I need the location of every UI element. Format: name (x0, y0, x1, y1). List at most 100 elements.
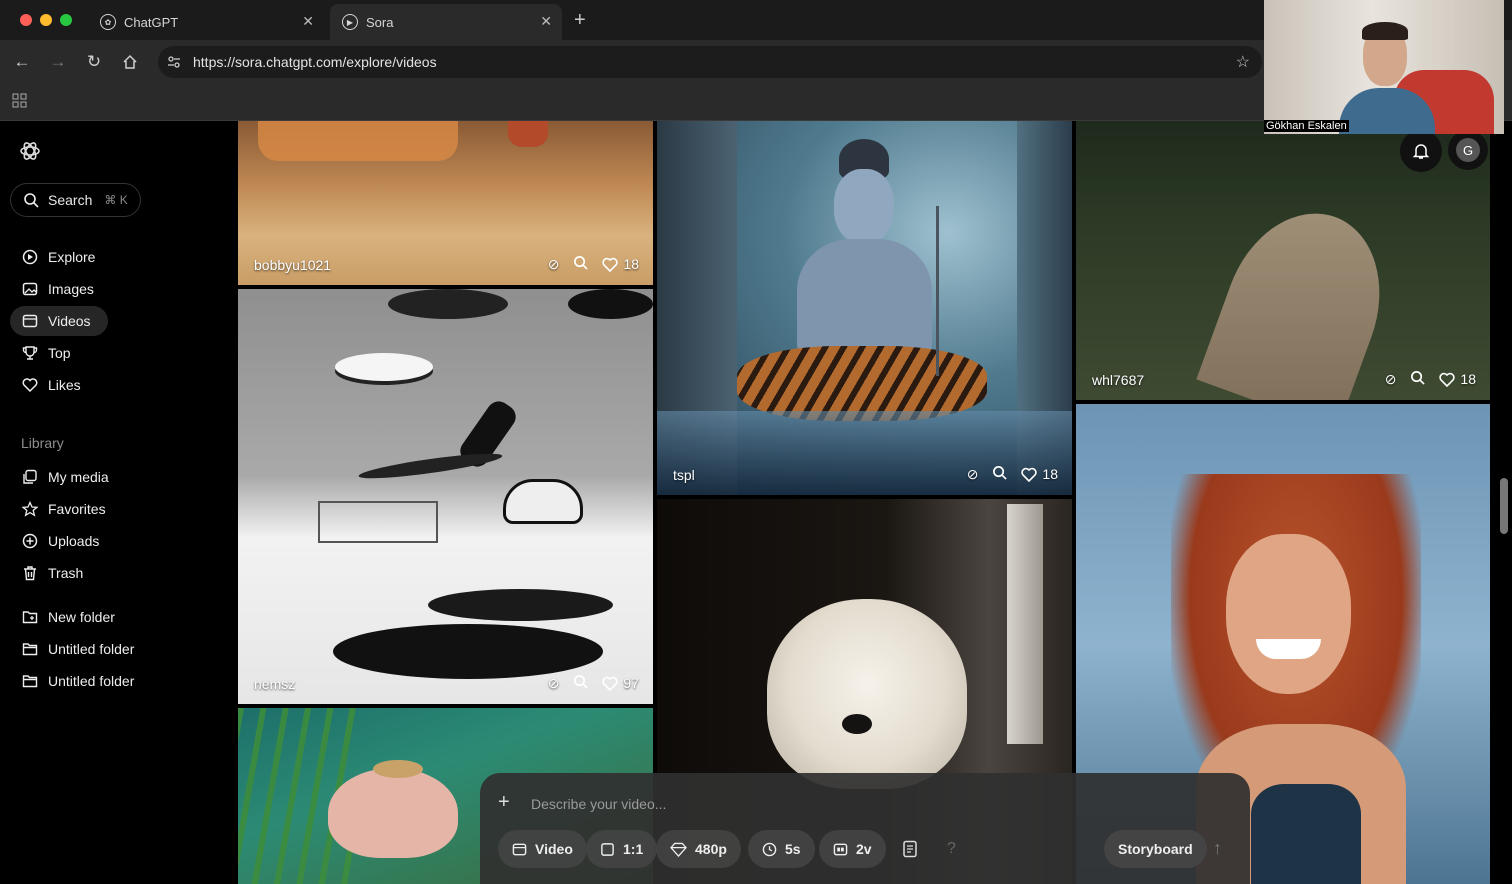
nav-untitled-folder[interactable]: Untitled folder (10, 666, 220, 696)
minimize-window-button[interactable] (40, 14, 52, 26)
resolution-chip[interactable]: 480p (656, 830, 741, 868)
video-author[interactable]: whl7687 (1092, 372, 1144, 388)
remix-icon[interactable]: ⊘ (967, 466, 979, 483)
trash-icon (22, 565, 38, 581)
close-tab-icon[interactable]: ✕ (302, 13, 314, 30)
video-thumbnail-shape (1251, 784, 1361, 884)
new-tab-button[interactable]: + (574, 9, 586, 32)
media-icon (22, 469, 38, 485)
video-icon (22, 313, 38, 329)
image-icon (22, 281, 38, 297)
nav-favorites[interactable]: Favorites (10, 494, 220, 524)
video-author[interactable]: bobbyu1021 (254, 257, 331, 273)
like-button[interactable]: 97 (602, 675, 639, 691)
video-author[interactable]: tspl (673, 467, 695, 483)
nav-videos[interactable]: Videos (10, 306, 108, 336)
nav-new-folder[interactable]: New folder (10, 602, 220, 632)
zoom-icon[interactable] (573, 255, 589, 273)
video-thumbnail-shape (737, 346, 987, 421)
site-settings-icon[interactable] (166, 54, 182, 70)
zoom-icon[interactable] (1410, 370, 1426, 388)
submit-arrow-button[interactable]: ↑ (1213, 838, 1222, 859)
star-icon (22, 501, 38, 517)
storyboard-label: Storyboard (1118, 841, 1193, 857)
nav-uploads[interactable]: Uploads (10, 526, 220, 556)
home-button[interactable] (118, 50, 142, 74)
webcam-overlay: Gökhan Eskalen (1264, 0, 1504, 134)
video-thumbnail-shape (842, 714, 872, 734)
tab-title: Sora (366, 14, 394, 30)
back-button[interactable]: ← (10, 50, 34, 74)
bookmark-star-icon[interactable]: ☆ (1236, 52, 1250, 72)
video-tile[interactable]: tspl ⊘ 18 (657, 121, 1072, 495)
duration-chip[interactable]: 5s (748, 830, 815, 868)
video-thumbnail-shape (328, 768, 458, 858)
close-tab-icon[interactable]: ✕ (540, 13, 552, 30)
address-bar[interactable]: https://sora.chatgpt.com/explore/videos … (158, 46, 1262, 78)
zoom-icon[interactable] (573, 674, 589, 692)
storyboard-button[interactable]: Storyboard (1104, 830, 1207, 868)
tab-sora[interactable]: ▶ Sora ✕ (330, 4, 562, 40)
heart-icon (602, 257, 619, 272)
video-actions: ⊘ 97 (548, 674, 639, 692)
video-author[interactable]: nemsz (254, 676, 295, 692)
add-media-button[interactable]: + (498, 791, 510, 814)
folder-icon (22, 641, 38, 657)
forward-button[interactable]: → (46, 50, 70, 74)
zoom-icon[interactable] (992, 465, 1008, 483)
heart-icon (1021, 467, 1038, 482)
remix-icon[interactable]: ⊘ (548, 256, 560, 273)
variations-chip[interactable]: 2v (819, 830, 886, 868)
apps-grid-icon[interactable] (12, 93, 28, 109)
url-text: https://sora.chatgpt.com/explore/videos (193, 54, 437, 70)
heart-icon (1439, 372, 1456, 387)
like-button[interactable]: 18 (1439, 371, 1476, 387)
nav-label: Uploads (48, 533, 100, 549)
video-tile[interactable]: bobbyu1021 ⊘ 18 (238, 121, 653, 285)
search-label: Search (48, 192, 93, 208)
aspect-ratio-chip[interactable]: 1:1 (586, 830, 658, 868)
video-tile[interactable]: nemsz ⊘ 97 (238, 289, 653, 704)
like-button[interactable]: 18 (602, 256, 639, 272)
page-scrollbar[interactable] (1500, 478, 1508, 534)
nav-top[interactable]: Top (10, 338, 220, 368)
type-video-chip[interactable]: Video (498, 830, 587, 868)
remix-icon[interactable]: ⊘ (548, 675, 560, 692)
bell-icon (1412, 144, 1430, 159)
remix-icon[interactable]: ⊘ (1385, 371, 1397, 388)
like-count: 97 (623, 675, 639, 691)
upload-icon (22, 533, 38, 549)
prompt-input[interactable]: Describe your video... (531, 796, 666, 812)
video-thumbnail-shape (834, 169, 894, 244)
presets-button[interactable] (902, 840, 918, 863)
nav-explore[interactable]: Explore (10, 242, 220, 272)
like-count: 18 (1460, 371, 1476, 387)
nav-likes[interactable]: Likes (10, 370, 220, 400)
notifications-button[interactable] (1400, 130, 1442, 172)
nav-label: New folder (48, 609, 115, 625)
chip-label: 480p (695, 841, 727, 857)
nav-untitled-folder[interactable]: Untitled folder (10, 634, 220, 664)
openai-logo-icon[interactable] (18, 139, 42, 163)
close-window-button[interactable] (20, 14, 32, 26)
nav-images[interactable]: Images (10, 274, 220, 304)
maximize-window-button[interactable] (60, 14, 72, 26)
help-button[interactable]: ? (947, 840, 956, 858)
nav-trash[interactable]: Trash (10, 558, 220, 588)
nav-label: Videos (48, 313, 91, 329)
like-button[interactable]: 18 (1021, 466, 1058, 482)
video-thumbnail-shape (936, 206, 939, 376)
search-button[interactable]: Search ⌘ K (10, 183, 141, 217)
nav-label: Images (48, 281, 94, 297)
reload-button[interactable]: ↻ (82, 50, 106, 74)
participant-name: Gökhan Eskalen (1264, 120, 1349, 132)
profile-button[interactable]: G (1448, 130, 1488, 170)
tab-chatgpt[interactable]: ✿ ChatGPT ✕ (88, 4, 324, 40)
video-thumbnail-shape (335, 353, 433, 381)
chip-label: 2v (856, 841, 872, 857)
nav-my-media[interactable]: My media (10, 462, 220, 492)
like-count: 18 (623, 256, 639, 272)
heart-icon (22, 377, 38, 393)
compass-icon (22, 249, 38, 265)
video-actions: ⊘ 18 (967, 465, 1058, 483)
